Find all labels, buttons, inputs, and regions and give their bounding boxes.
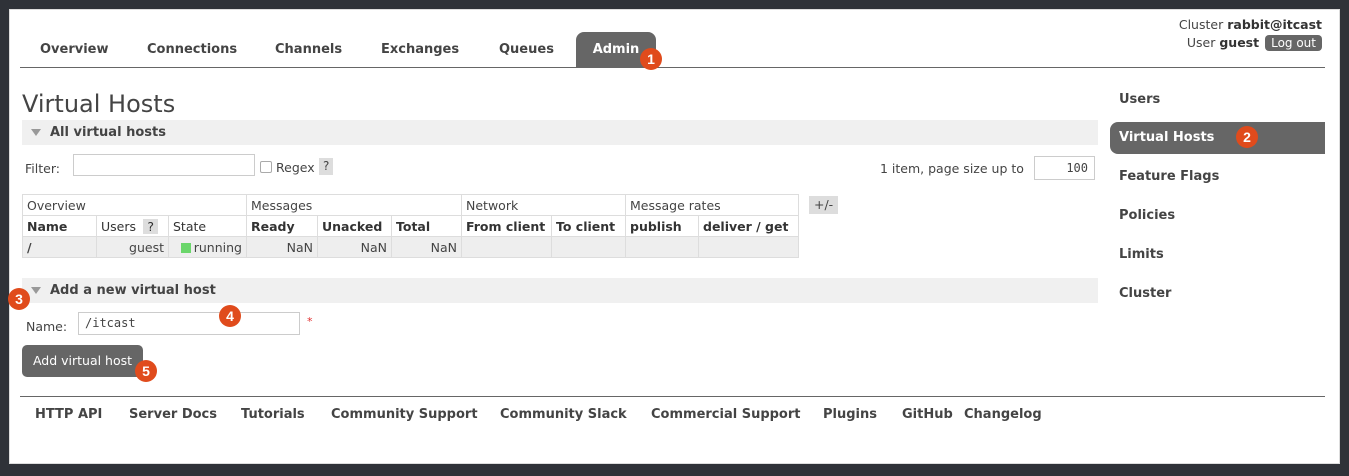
footer-link-server-docs[interactable]: Server Docs (129, 407, 217, 422)
user-name: guest (1219, 35, 1260, 50)
annotation-badge-1: 1 (640, 48, 662, 70)
tab-queues[interactable]: Queues (499, 32, 554, 68)
footer-link-tutorials[interactable]: Tutorials (241, 407, 305, 422)
logout-button[interactable]: Log out (1265, 35, 1322, 51)
tab-exchanges[interactable]: Exchanges (381, 32, 459, 68)
col-deliver-get[interactable]: deliver / get (698, 215, 799, 237)
required-indicator: * (307, 315, 313, 328)
col-ready[interactable]: Ready (246, 215, 318, 237)
collapse-triangle-icon (31, 129, 41, 136)
sidebar-item-virtual-hosts[interactable]: Virtual Hosts (1110, 122, 1325, 154)
footer-link-community-slack[interactable]: Community Slack (500, 407, 627, 422)
tab-channels[interactable]: Channels (275, 32, 342, 68)
cluster-info: Cluster rabbit@itcast User guest Log out (1179, 17, 1322, 51)
footer-link-plugins[interactable]: Plugins (823, 407, 877, 422)
col-unacked[interactable]: Unacked (317, 215, 392, 237)
filter-label: Filter: (25, 161, 60, 176)
all-vhosts-section-header[interactable]: All virtual hosts (22, 120, 1098, 145)
column-group-row: Overview Messages Network Message rates (22, 194, 799, 216)
page-title: Virtual Hosts (22, 90, 176, 118)
vhost-state-label: running (193, 239, 242, 255)
page-size-label: 1 item, page size up to (880, 161, 1024, 176)
vhost-state: running (168, 236, 247, 258)
group-messages: Messages (246, 194, 462, 216)
toggle-columns-button[interactable]: +/- (809, 196, 839, 214)
col-name[interactable]: Name (22, 215, 97, 237)
all-vhosts-heading: All virtual hosts (50, 125, 166, 140)
vhost-unacked: NaN (317, 236, 392, 258)
sidebar-item-cluster[interactable]: Cluster (1110, 278, 1325, 310)
page-size-input[interactable]: 100 (1034, 156, 1095, 180)
regex-label: Regex (276, 160, 315, 175)
nav-divider (20, 67, 1325, 68)
sidebar-item-feature-flags[interactable]: Feature Flags (1110, 161, 1325, 193)
group-message-rates: Message rates (625, 194, 799, 216)
add-vhost-heading: Add a new virtual host (50, 283, 216, 298)
vhost-name-link[interactable]: / (22, 236, 97, 258)
col-state[interactable]: State (168, 215, 247, 237)
annotation-badge-4: 4 (219, 305, 241, 327)
annotation-badge-3: 3 (8, 288, 30, 310)
col-to-client[interactable]: To client (551, 215, 626, 237)
regex-help-icon[interactable]: ? (319, 158, 334, 175)
tab-connections[interactable]: Connections (147, 32, 237, 68)
vhost-from-client (461, 236, 552, 258)
vhost-to-client (551, 236, 626, 258)
sidebar-item-users[interactable]: Users (1110, 84, 1325, 116)
footer-divider (20, 396, 1325, 397)
footer-link-changelog[interactable]: Changelog (964, 407, 1042, 422)
column-header-row: Name Users ? State Ready Unacked Total F… (22, 215, 799, 237)
add-virtual-host-button[interactable]: Add virtual host (22, 345, 143, 377)
vhost-name-input[interactable]: /itcast (78, 312, 300, 335)
sidebar-item-limits[interactable]: Limits (1110, 239, 1325, 271)
vhost-total: NaN (391, 236, 462, 258)
col-users-label: Users (101, 218, 137, 234)
vhost-publish (625, 236, 699, 258)
footer-link-github[interactable]: GitHub (902, 407, 953, 422)
cluster-label: Cluster (1178, 17, 1224, 32)
user-label: User (1186, 35, 1216, 50)
table-row[interactable]: / guest running NaN NaN NaN (22, 236, 799, 258)
col-from-client[interactable]: From client (461, 215, 552, 237)
name-label: Name: (26, 319, 68, 334)
col-publish[interactable]: publish (625, 215, 699, 237)
running-status-icon (180, 242, 191, 253)
vhosts-table: Overview Messages Network Message rates … (22, 194, 799, 258)
management-window: Overview Connections Channels Exchanges … (8, 9, 1340, 464)
filter-input[interactable] (73, 154, 255, 176)
vhost-ready: NaN (246, 236, 318, 258)
vhost-users: guest (96, 236, 169, 258)
users-help-icon[interactable]: ? (143, 218, 159, 234)
col-users[interactable]: Users ? (96, 215, 169, 237)
regex-checkbox[interactable] (260, 161, 272, 173)
vhost-deliver-get (698, 236, 799, 258)
cluster-name: rabbit@itcast (1227, 17, 1322, 32)
annotation-badge-5: 5 (135, 360, 157, 382)
annotation-badge-2: 2 (1236, 126, 1258, 148)
footer-link-http-api[interactable]: HTTP API (35, 407, 102, 422)
add-vhost-section-header[interactable]: Add a new virtual host (22, 278, 1098, 303)
footer-link-commercial-support[interactable]: Commercial Support (651, 407, 801, 422)
col-total[interactable]: Total (391, 215, 462, 237)
sidebar-item-policies[interactable]: Policies (1110, 200, 1325, 232)
collapse-triangle-icon (31, 287, 41, 294)
group-network: Network (461, 194, 626, 216)
tab-overview[interactable]: Overview (40, 32, 109, 68)
group-overview: Overview (22, 194, 247, 216)
footer-link-community-support[interactable]: Community Support (331, 407, 478, 422)
